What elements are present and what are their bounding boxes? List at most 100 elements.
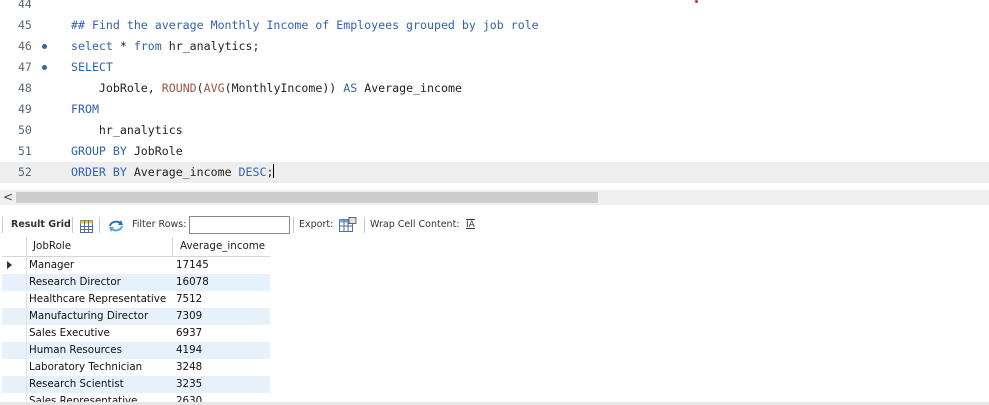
sql-editor[interactable]: 44 45 ## Find the average Monthly Income o… xyxy=(0,0,989,188)
statement-marker-icon xyxy=(42,44,47,49)
table-row[interactable]: Manager 17145 xyxy=(2,257,270,274)
scroll-left-arrow-icon[interactable]: < xyxy=(3,190,13,205)
toolbar-separator xyxy=(99,217,100,233)
code-token: AVG xyxy=(203,81,225,95)
cell-average-income[interactable]: 3235 xyxy=(176,376,202,393)
code-text: ORDER BY Average_income DESC; xyxy=(71,162,275,183)
code-token: ROUND xyxy=(161,81,197,95)
line-number: 49 xyxy=(18,102,32,116)
line-number: 46 xyxy=(18,39,32,53)
cell-average-income[interactable]: 16078 xyxy=(176,274,209,291)
code-token: DESC xyxy=(238,165,267,179)
column-divider xyxy=(172,237,173,256)
column-header-jobrole[interactable]: JobRole xyxy=(33,237,71,256)
code-token: ( xyxy=(196,81,204,95)
code-token: JobRole xyxy=(126,144,183,158)
editor-line[interactable]: 48 JobRole, ROUND(AVG(MonthlyIncome)) AS… xyxy=(0,78,989,99)
code-token: SELECT xyxy=(71,60,113,74)
editor-line[interactable]: 44 xyxy=(0,0,989,15)
editor-line[interactable]: 47 SELECT xyxy=(0,57,989,78)
code-token: (MonthlyIncome)) xyxy=(224,81,344,95)
editor-line[interactable]: 45 ## Find the average Monthly Income of … xyxy=(0,15,989,36)
toolbar-separator xyxy=(293,217,294,233)
result-grid[interactable]: JobRole Average_income Manager 17145 Resea… xyxy=(2,237,270,405)
code-token: FROM xyxy=(71,102,99,116)
code-token: hr_analytics xyxy=(71,123,183,137)
error-marker-icon xyxy=(695,0,698,3)
editor-line[interactable]: 46 select * from hr_analytics; xyxy=(0,36,989,57)
column-divider xyxy=(26,237,27,256)
editor-line[interactable]: 50 hr_analytics xyxy=(0,120,989,141)
code-text: JobRole, ROUND(AVG(MonthlyIncome)) AS Av… xyxy=(71,78,462,99)
text-caret xyxy=(273,164,275,178)
code-token: from xyxy=(133,39,162,53)
code-token: ; xyxy=(266,165,274,179)
table-row[interactable]: Healthcare Representative 7512 xyxy=(2,291,270,308)
export-icon[interactable] xyxy=(339,217,357,233)
toolbar-separator xyxy=(72,217,73,233)
result-toolbar: Result Grid Filter Rows: Export: Wrap Ce… xyxy=(0,212,989,238)
line-number: 48 xyxy=(18,81,32,95)
line-number: 45 xyxy=(18,18,32,32)
line-number: 44 xyxy=(18,0,32,11)
cell-average-income[interactable]: 17145 xyxy=(176,257,209,274)
editor-horizontal-scrollbar[interactable]: < xyxy=(0,190,989,205)
cell-jobrole[interactable]: Healthcare Representative xyxy=(29,291,166,308)
code-token: Average_income xyxy=(357,81,462,95)
table-row[interactable]: Laboratory Technician 3248 xyxy=(2,359,270,376)
cell-average-income[interactable]: 6937 xyxy=(176,325,202,342)
cell-jobrole[interactable]: Research Director xyxy=(29,274,121,291)
code-token: GROUP BY xyxy=(71,144,127,158)
column-header-average-income[interactable]: Average_income xyxy=(180,237,265,256)
cell-jobrole[interactable]: Manufacturing Director xyxy=(29,308,148,325)
code-token: Average_income xyxy=(126,165,239,179)
editor-line[interactable]: 51 GROUP BY JobRole xyxy=(0,141,989,162)
code-token: ## Find the average Monthly Income of Em… xyxy=(71,18,539,32)
editor-line[interactable]: 49 FROM xyxy=(0,99,989,120)
code-token: ORDER BY xyxy=(71,165,127,179)
code-text: FROM xyxy=(71,99,99,120)
code-token: select xyxy=(71,39,113,53)
code-text: hr_analytics xyxy=(71,120,183,141)
wrap-cell-content-label: Wrap Cell Content: xyxy=(370,219,460,230)
code-token: * xyxy=(112,39,134,53)
current-row-indicator-icon xyxy=(7,261,12,269)
line-number: 47 xyxy=(18,60,32,74)
table-row[interactable]: Research Director 16078 xyxy=(2,274,270,291)
refresh-icon[interactable] xyxy=(108,218,124,232)
code-text: ## Find the average Monthly Income of Em… xyxy=(71,15,539,36)
code-text: SELECT xyxy=(71,57,113,78)
cell-average-income[interactable]: 7309 xyxy=(176,308,202,325)
grid-view-icon[interactable] xyxy=(80,218,93,233)
editor-line[interactable]: 52 ORDER BY Average_income DESC; xyxy=(0,162,989,183)
row-header-divider xyxy=(26,256,27,405)
filter-rows-label: Filter Rows: xyxy=(132,219,187,230)
filter-rows-input[interactable] xyxy=(189,216,290,234)
export-label: Export: xyxy=(299,219,334,230)
code-token: AS xyxy=(343,81,358,95)
cell-jobrole[interactable]: Research Scientist xyxy=(29,376,124,393)
line-number: 52 xyxy=(18,165,32,179)
table-row[interactable]: Manufacturing Director 7309 xyxy=(2,308,270,325)
result-grid-tab[interactable]: Result Grid xyxy=(11,212,71,238)
line-number: 51 xyxy=(18,144,32,158)
toolbar-separator xyxy=(364,217,365,233)
code-token: JobRole, xyxy=(71,81,162,95)
cell-jobrole[interactable]: Laboratory Technician xyxy=(29,359,142,376)
table-row[interactable]: Sales Executive 6937 xyxy=(2,325,270,342)
cell-jobrole[interactable]: Sales Executive xyxy=(29,325,110,342)
code-token: hr_analytics; xyxy=(161,39,260,53)
scrollbar-thumb[interactable] xyxy=(16,192,598,203)
cell-average-income[interactable]: 7512 xyxy=(176,291,202,308)
cell-average-income[interactable]: 4194 xyxy=(176,342,202,359)
cell-average-income[interactable]: 3248 xyxy=(176,359,202,376)
line-number: 50 xyxy=(18,123,32,137)
toolbar-separator xyxy=(2,217,3,233)
table-row[interactable]: Human Resources 4194 xyxy=(2,342,270,359)
table-row[interactable]: Research Scientist 3235 xyxy=(2,376,270,393)
cell-jobrole[interactable]: Human Resources xyxy=(29,342,122,359)
code-text: select * from hr_analytics; xyxy=(71,36,260,57)
wrap-cell-content-icon[interactable]: IA xyxy=(466,212,475,238)
statement-marker-icon xyxy=(42,65,47,70)
cell-jobrole[interactable]: Manager xyxy=(29,257,74,274)
